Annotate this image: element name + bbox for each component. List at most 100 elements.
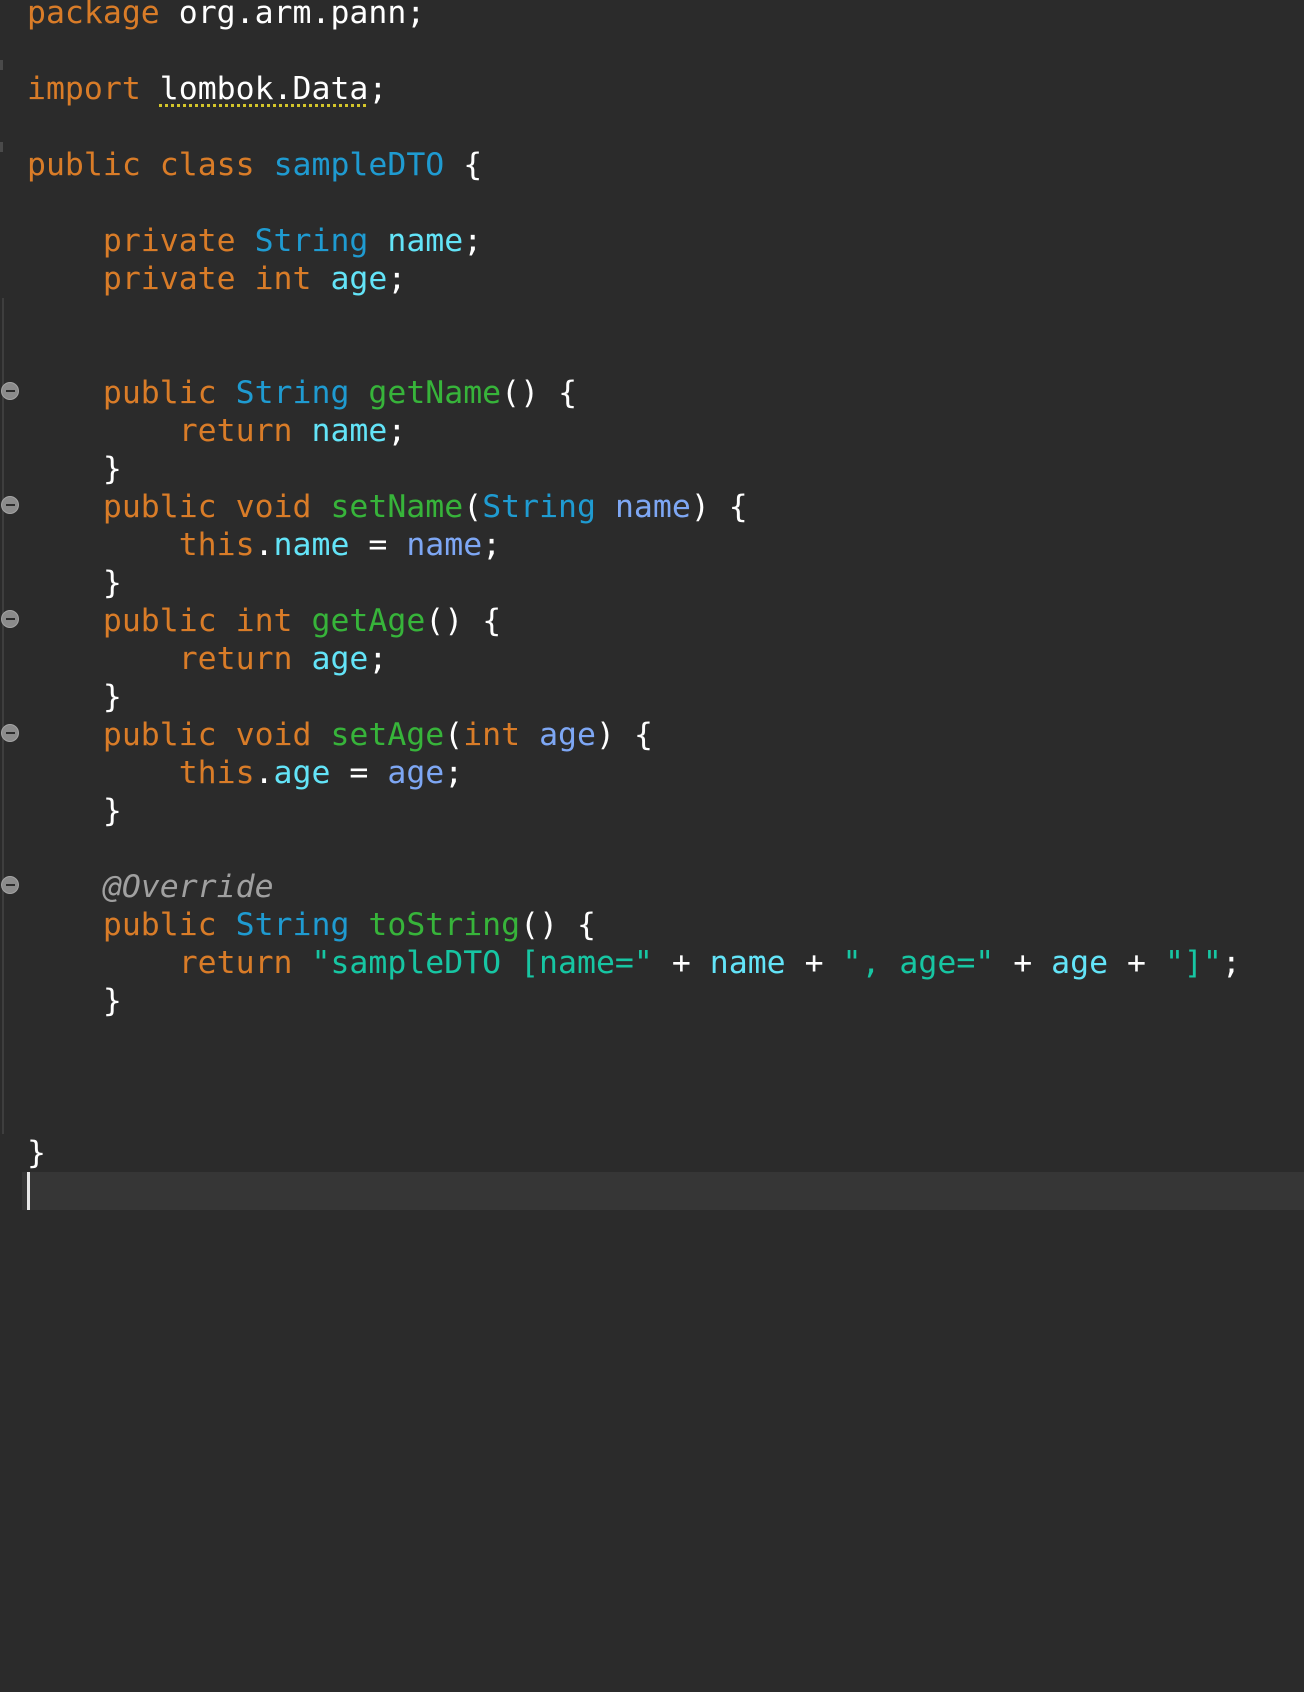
field-token: name xyxy=(709,945,786,981)
keyword-token: return xyxy=(178,945,293,981)
code-area[interactable]: package org.arm.pann; import lombok.Data… xyxy=(27,0,1241,1692)
type-token: String xyxy=(254,223,369,259)
keyword-token: class xyxy=(159,147,255,183)
operator-token: = xyxy=(368,527,388,563)
punctuation-token: ; xyxy=(368,71,388,107)
brace-token: { xyxy=(463,147,483,183)
method-name-token: setName xyxy=(330,489,464,525)
field-token: age xyxy=(273,755,331,791)
method-name-token: getName xyxy=(368,375,502,411)
code-line-close-brace: } xyxy=(27,564,122,602)
field-token: age xyxy=(311,641,369,677)
method-name-token: toString xyxy=(368,907,521,943)
punctuation-token: ) xyxy=(596,717,615,753)
type-token: int xyxy=(463,717,521,753)
code-line-return-name: return name; xyxy=(27,412,407,450)
punctuation-token: ; xyxy=(444,755,464,791)
brace-token: } xyxy=(27,1135,46,1171)
code-line-close-brace: } xyxy=(27,450,122,488)
type-token: int xyxy=(254,261,312,297)
punctuation-token: ; xyxy=(463,223,483,259)
keyword-token: public xyxy=(102,375,217,411)
string-literal-token: "]" xyxy=(1164,945,1222,981)
operator-token: + xyxy=(1013,945,1033,981)
brace-token: } xyxy=(102,679,122,715)
brace-token: { xyxy=(482,603,502,639)
parameter-token: name xyxy=(406,527,483,563)
field-token: name xyxy=(273,527,350,563)
code-line-tostring-decl: public String toString() { xyxy=(27,906,596,944)
type-token: String xyxy=(482,489,596,525)
class-name-token: sampleDTO xyxy=(273,147,445,183)
current-line-highlight xyxy=(22,1172,1304,1210)
brace-token: } xyxy=(102,451,122,487)
code-editor[interactable]: package org.arm.pann; import lombok.Data… xyxy=(0,0,1304,1220)
code-line-field-name: private String name; xyxy=(27,222,482,260)
gutter-tick xyxy=(0,60,3,70)
fold-collapse-icon[interactable] xyxy=(1,610,19,628)
operator-token: + xyxy=(1127,945,1146,981)
keyword-token: public xyxy=(102,907,217,943)
keyword-token: private xyxy=(102,223,236,259)
fold-collapse-icon[interactable] xyxy=(1,496,19,514)
code-line-assign-name: this.name = name; xyxy=(27,526,501,564)
code-line-class-decl: public class sampleDTO { xyxy=(27,146,482,184)
string-literal-token: "sampleDTO [name=" xyxy=(311,945,653,981)
code-line-getage-decl: public int getAge() { xyxy=(27,602,501,640)
parameter-token: age xyxy=(539,717,596,753)
code-line-setage-decl: public void setAge(int age) { xyxy=(27,716,653,754)
keyword-token: return xyxy=(178,413,293,449)
code-line-assign-age: this.age = age; xyxy=(27,754,464,792)
field-token: name xyxy=(311,413,388,449)
string-literal-token: ", age=" xyxy=(842,945,995,981)
code-line-package: package org.arm.pann; xyxy=(27,0,425,32)
punctuation-token: ( xyxy=(444,717,464,753)
code-line-close-brace: } xyxy=(27,982,122,1020)
field-token: age xyxy=(330,261,388,297)
punctuation-token: ; xyxy=(1221,945,1241,981)
gutter-ruler xyxy=(2,298,4,1134)
parameter-token: age xyxy=(387,755,445,791)
brace-token: { xyxy=(558,375,578,411)
code-line-import: import lombok.Data; xyxy=(27,70,387,108)
keyword-token: package xyxy=(27,0,160,31)
keyword-token: private xyxy=(102,261,236,297)
punctuation-token: ( xyxy=(463,489,483,525)
code-line-class-close: } xyxy=(27,1134,46,1172)
fold-collapse-icon[interactable] xyxy=(1,724,19,742)
code-line-setname-decl: public void setName(String name) { xyxy=(27,488,748,526)
punctuation-token: () xyxy=(425,603,464,639)
operator-token: + xyxy=(671,945,691,981)
fold-collapse-icon[interactable] xyxy=(1,382,19,400)
punctuation-token: () xyxy=(520,907,559,943)
punctuation-token: . xyxy=(254,755,274,791)
code-line-field-age: private int age; xyxy=(27,260,406,298)
package-name-token: org.arm.pann; xyxy=(178,0,426,31)
annotation-token: @Override xyxy=(102,869,274,905)
fold-collapse-icon[interactable] xyxy=(1,876,19,894)
keyword-token: void xyxy=(235,717,312,753)
type-token: int xyxy=(235,603,293,639)
code-line-return-string: return "sampleDTO [name=" + name + ", ag… xyxy=(27,944,1241,982)
code-line-close-brace: } xyxy=(27,792,122,830)
operator-token: = xyxy=(349,755,369,791)
editor-gutter xyxy=(0,0,22,1220)
brace-token: { xyxy=(728,489,748,525)
punctuation-token: ; xyxy=(482,527,502,563)
import-target-warning[interactable]: lombok.Data xyxy=(160,71,369,107)
keyword-token: public xyxy=(102,717,217,753)
operator-token: + xyxy=(804,945,824,981)
code-line-return-age: return age; xyxy=(27,640,388,678)
brace-token: } xyxy=(102,565,122,601)
code-line-getname-decl: public String getName() { xyxy=(27,374,577,412)
method-name-token: getAge xyxy=(311,603,426,639)
punctuation-token: ; xyxy=(387,261,407,297)
code-line-close-brace: } xyxy=(27,678,122,716)
keyword-token: void xyxy=(235,489,312,525)
method-name-token: setAge xyxy=(330,717,445,753)
brace-token: } xyxy=(102,793,122,829)
type-token: String xyxy=(235,375,350,411)
gutter-tick xyxy=(0,142,3,152)
punctuation-token: ) xyxy=(690,489,710,525)
keyword-token: public xyxy=(102,603,217,639)
